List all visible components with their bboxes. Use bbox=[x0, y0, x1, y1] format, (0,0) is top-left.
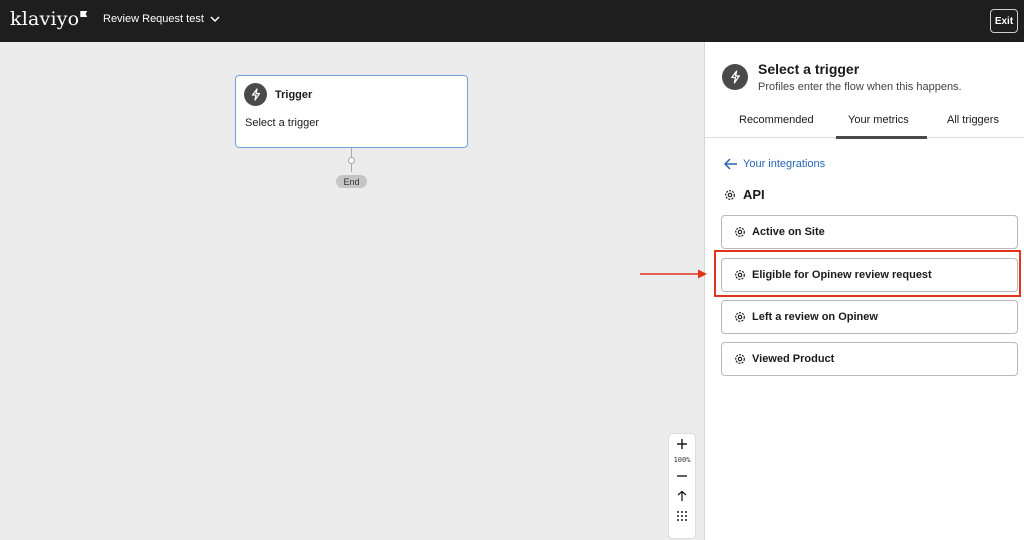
flow-canvas[interactable]: Trigger Select a trigger End 100% bbox=[0, 42, 704, 540]
gear-icon bbox=[735, 270, 745, 280]
active-tab-indicator bbox=[836, 136, 927, 139]
top-bar: klaviyo Review Request test Exit bbox=[0, 0, 1024, 42]
gear-icon bbox=[735, 354, 745, 364]
metric-label: Active on Site bbox=[752, 226, 825, 238]
tab-all-triggers[interactable]: All triggers bbox=[947, 114, 999, 126]
metric-label: Left a review on Opinew bbox=[752, 311, 878, 323]
grid-dots-icon bbox=[677, 511, 687, 521]
trigger-subtitle: Select a trigger bbox=[245, 117, 319, 129]
trigger-card[interactable]: Trigger Select a trigger bbox=[235, 75, 468, 148]
panel-title: Select a trigger bbox=[758, 61, 860, 77]
connector-add-point[interactable] bbox=[348, 157, 355, 164]
trigger-title: Trigger bbox=[275, 89, 313, 101]
zoom-level: 100% bbox=[673, 456, 691, 464]
arrow-up-icon bbox=[677, 490, 687, 501]
metric-eligible-for-opinew-review-request[interactable]: Eligible for Opinew review request bbox=[721, 258, 1018, 292]
end-node: End bbox=[336, 175, 367, 188]
exit-button[interactable]: Exit bbox=[990, 9, 1018, 33]
annotation-arrow-icon bbox=[640, 269, 707, 279]
metric-left-a-review-on-opinew[interactable]: Left a review on Opinew bbox=[721, 300, 1018, 334]
bolt-icon bbox=[244, 83, 267, 106]
back-link-label: Your integrations bbox=[743, 158, 826, 170]
trigger-tabs: Recommended Your metrics All triggers bbox=[705, 104, 1024, 139]
recenter-button[interactable] bbox=[669, 486, 695, 506]
minus-icon bbox=[677, 475, 687, 477]
tab-recommended[interactable]: Recommended bbox=[739, 114, 814, 126]
flow-name: Review Request test bbox=[103, 13, 204, 25]
trigger-panel: Select a trigger Profiles enter the flow… bbox=[704, 42, 1024, 540]
grid-view-button[interactable] bbox=[669, 506, 695, 526]
chevron-down-icon bbox=[210, 15, 220, 22]
gear-icon bbox=[735, 227, 745, 237]
arrow-left-icon bbox=[724, 158, 737, 170]
section-title: API bbox=[743, 187, 765, 202]
panel-subtitle: Profiles enter the flow when this happen… bbox=[758, 81, 962, 93]
zoom-controls: 100% bbox=[669, 434, 695, 538]
logo-text: klaviyo bbox=[10, 8, 80, 30]
gear-icon bbox=[735, 312, 745, 322]
gear-icon bbox=[725, 189, 735, 200]
back-to-integrations-link[interactable]: Your integrations bbox=[724, 158, 825, 170]
zoom-in-button[interactable] bbox=[669, 434, 695, 454]
metric-label: Eligible for Opinew review request bbox=[752, 269, 932, 281]
metric-label: Viewed Product bbox=[752, 353, 835, 365]
metric-viewed-product[interactable]: Viewed Product bbox=[721, 342, 1018, 376]
klaviyo-logo[interactable]: klaviyo bbox=[10, 8, 88, 34]
section-api: API bbox=[724, 187, 765, 202]
flag-icon bbox=[80, 11, 88, 17]
tab-your-metrics[interactable]: Your metrics bbox=[848, 114, 909, 126]
plus-icon bbox=[677, 439, 687, 449]
bolt-icon bbox=[722, 64, 748, 90]
flow-name-dropdown[interactable]: Review Request test bbox=[103, 13, 220, 25]
metric-active-on-site[interactable]: Active on Site bbox=[721, 215, 1018, 249]
zoom-out-button[interactable] bbox=[669, 466, 695, 486]
